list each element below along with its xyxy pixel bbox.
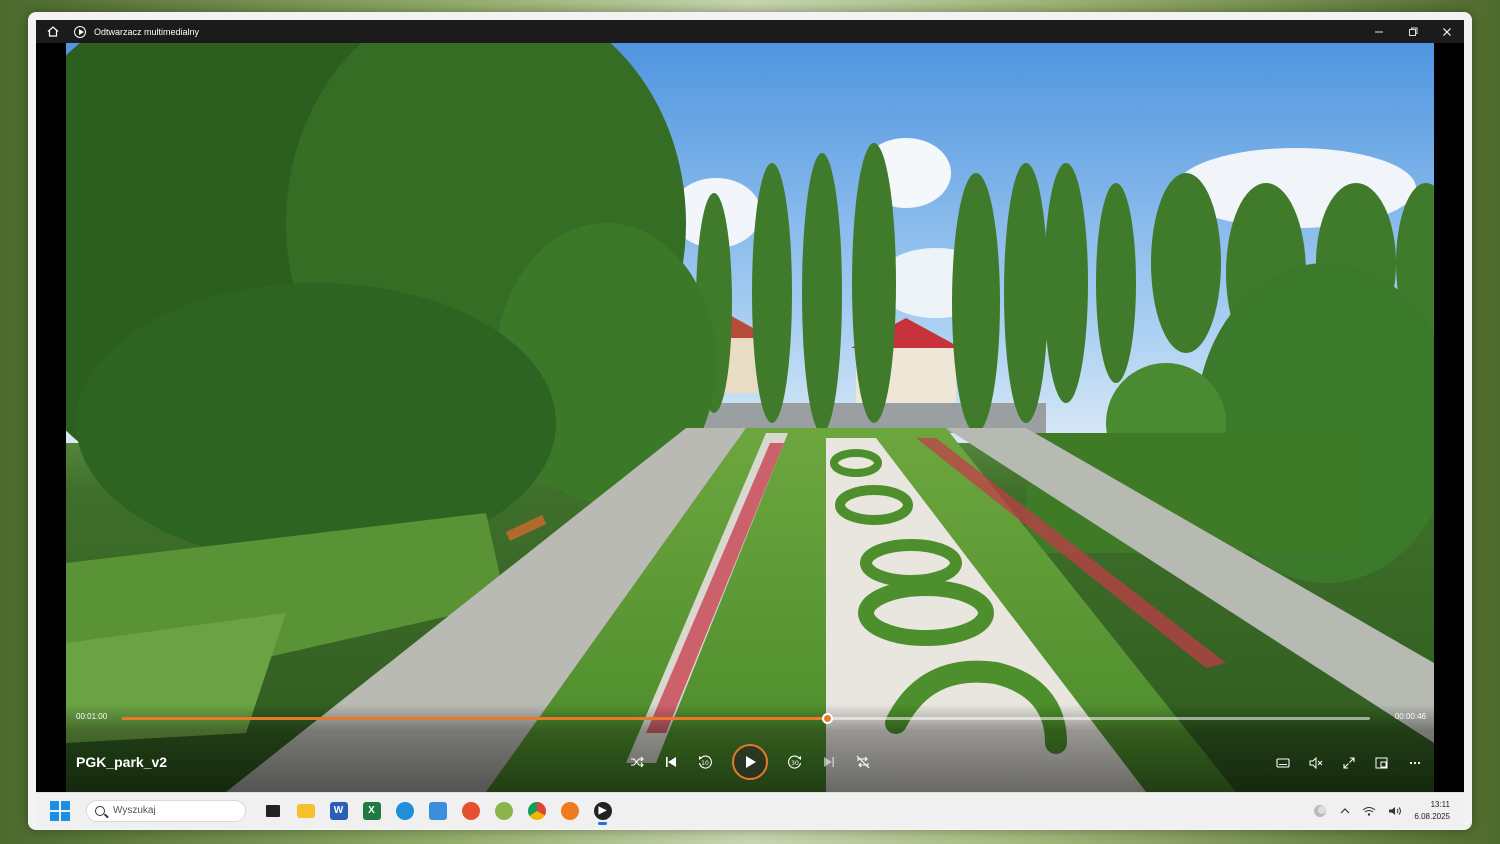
file-explorer-icon[interactable] — [289, 795, 322, 827]
more-icon[interactable] — [1403, 752, 1426, 774]
video-frame — [66, 43, 1434, 792]
title-bar: Odtwarzacz multimedialny — [36, 20, 1464, 43]
forward-30-icon[interactable]: 30 — [784, 751, 806, 773]
playback-controls: 00:01:00 00:00:46 PGK_park_v2 10 30 — [66, 704, 1434, 792]
close-icon[interactable] — [1430, 20, 1464, 43]
svg-text:10: 10 — [701, 760, 709, 767]
play-button[interactable] — [732, 744, 768, 780]
seek-bar[interactable] — [122, 713, 1370, 724]
firefox-icon[interactable] — [454, 795, 487, 827]
media-player-taskbar-icon[interactable]: ▶ — [586, 795, 619, 827]
next-icon[interactable] — [818, 751, 840, 773]
chrome-icon[interactable] — [520, 795, 553, 827]
search-placeholder: Wyszukaj — [113, 805, 156, 816]
window-title: Odtwarzacz multimedialny — [94, 26, 200, 37]
search-icon — [95, 805, 105, 816]
clock-date: 6.08.2025 — [1414, 811, 1450, 821]
edge-icon[interactable] — [388, 795, 421, 827]
screen-frame: Odtwarzacz multimedialny 00:01:00 00:00:… — [28, 12, 1472, 830]
subtitles-icon[interactable] — [1271, 752, 1294, 774]
svg-text:30: 30 — [791, 760, 799, 767]
media-player-window: Odtwarzacz multimedialny 00:01:00 00:00:… — [36, 20, 1464, 792]
word-icon[interactable]: W — [322, 795, 355, 827]
wifi-icon[interactable] — [1362, 806, 1376, 816]
clock[interactable]: 13:11 6.08.2025 — [1414, 799, 1450, 823]
start-icon[interactable] — [50, 800, 70, 821]
paint-icon[interactable] — [487, 795, 520, 827]
fullscreen-icon[interactable] — [1337, 752, 1360, 774]
weather-icon[interactable] — [1312, 804, 1328, 818]
volume-icon[interactable] — [1388, 806, 1402, 816]
seek-bar-thumb[interactable] — [821, 713, 833, 724]
video-area[interactable]: 00:01:00 00:00:46 PGK_park_v2 10 30 — [66, 43, 1434, 792]
shuffle-icon[interactable] — [626, 751, 648, 773]
seek-bar-progress — [122, 717, 828, 720]
play-icon — [746, 756, 756, 768]
miniplayer-icon[interactable] — [1370, 752, 1393, 774]
mute-icon[interactable] — [1304, 752, 1327, 774]
other-app-icon[interactable] — [553, 795, 586, 827]
chevron-up-icon[interactable] — [1340, 807, 1350, 815]
task-view-icon[interactable] — [256, 795, 289, 827]
excel-icon[interactable]: X — [355, 795, 388, 827]
notepad-icon[interactable] — [421, 795, 454, 827]
rewind-10-icon[interactable]: 10 — [694, 751, 716, 773]
taskbar-search[interactable]: Wyszukaj — [86, 799, 246, 822]
minimize-icon[interactable] — [1362, 20, 1396, 43]
home-icon[interactable] — [42, 20, 64, 43]
clock-time: 13:11 — [1430, 799, 1450, 809]
maximize-icon[interactable] — [1396, 20, 1430, 43]
current-time: 00:01:00 — [76, 712, 108, 721]
total-time: 00:00:46 — [1394, 712, 1426, 721]
previous-icon[interactable] — [660, 751, 682, 773]
taskbar: Wyszukaj W X ▶ 13:11 6.08.2025 — [36, 792, 1464, 828]
app-icon — [74, 25, 86, 38]
repeat-off-icon[interactable] — [852, 751, 874, 773]
